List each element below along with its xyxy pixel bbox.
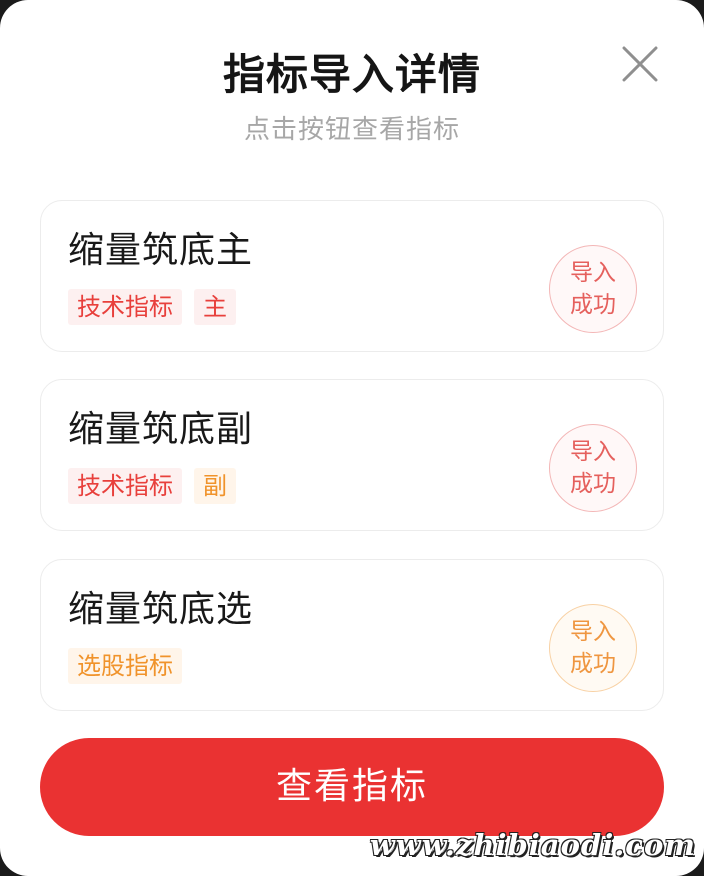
tag-technical: 技术指标: [68, 289, 182, 325]
status-text-line1: 导入: [570, 260, 616, 286]
indicator-tags: 技术指标 主: [68, 289, 236, 325]
indicator-card-main: 缩量筑底主 技术指标 主 导入 成功: [40, 200, 664, 352]
dialog-title: 指标导入详情: [222, 50, 481, 99]
tag-stock-picking: 选股指标: [68, 648, 182, 684]
status-text-line2: 成功: [570, 292, 616, 318]
import-success-badge: 导入 成功: [549, 424, 637, 512]
indicator-name: 缩量筑底选: [68, 589, 254, 630]
status-text-line1: 导入: [570, 439, 616, 465]
import-success-badge: 导入 成功: [549, 604, 637, 692]
indicator-card-sub: 缩量筑底副 技术指标 副 导入 成功: [40, 379, 664, 531]
indicator-name: 缩量筑底副: [68, 409, 254, 450]
import-success-badge: 导入 成功: [549, 245, 637, 333]
close-button[interactable]: [616, 40, 664, 88]
status-text-line2: 成功: [570, 651, 616, 677]
dialog-subtitle: 点击按钮查看指标: [243, 115, 460, 145]
indicator-card-select: 缩量筑底选 选股指标 导入 成功: [40, 559, 664, 711]
status-text-line2: 成功: [570, 471, 616, 497]
tag-main: 主: [194, 289, 236, 325]
indicator-name: 缩量筑底主: [68, 230, 254, 271]
tag-technical: 技术指标: [68, 468, 182, 504]
close-icon: [622, 46, 658, 82]
indicator-tags: 技术指标 副: [68, 468, 236, 504]
tag-sub: 副: [194, 468, 236, 504]
indicator-tags: 选股指标: [68, 648, 182, 684]
watermark: www.zhibiaodi.com: [369, 828, 696, 862]
view-indicators-button[interactable]: 查看指标: [40, 738, 664, 836]
import-details-dialog: 指标导入详情 点击按钮查看指标 缩量筑底主 技术指标 主 导入 成功 缩量筑底副…: [0, 0, 704, 876]
status-text-line1: 导入: [570, 619, 616, 645]
